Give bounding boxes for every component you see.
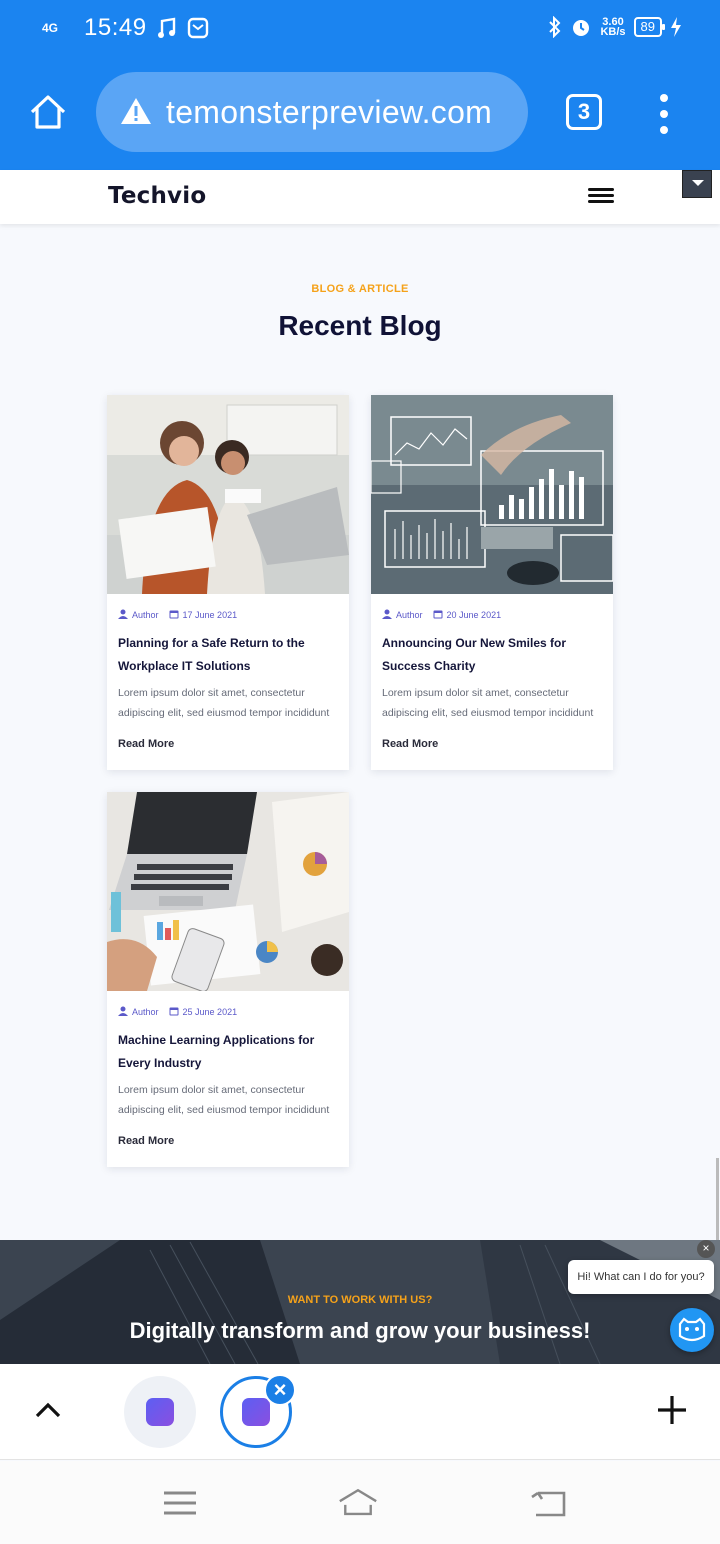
- tab-switcher-button[interactable]: 3: [566, 94, 602, 130]
- home-icon[interactable]: [28, 92, 68, 132]
- chat-bot-icon: [678, 1317, 706, 1342]
- browser-chrome: 4G 15:49 3.60 KB/s 89 temonsterpreview.co…: [0, 0, 720, 170]
- mail-app-icon: [187, 17, 208, 39]
- music-note-icon: [157, 17, 175, 38]
- post-title[interactable]: Planning for a Safe Return to the Workpl…: [118, 632, 342, 678]
- chat-launcher-button[interactable]: [670, 1308, 714, 1352]
- post-meta: Author 17 June 2021: [118, 609, 237, 620]
- recent-apps-menu-icon[interactable]: [160, 1485, 200, 1521]
- back-icon[interactable]: [528, 1485, 568, 1521]
- blog-image-business-analytics[interactable]: [371, 395, 613, 594]
- calendar-icon: [169, 610, 179, 619]
- user-icon: [118, 1006, 128, 1016]
- close-tab-button[interactable]: ×: [264, 1374, 296, 1406]
- calendar-icon: [433, 610, 443, 619]
- charging-icon: [671, 17, 681, 37]
- network-speed: 3.60 KB/s: [600, 17, 626, 38]
- battery-indicator: 89: [633, 17, 666, 37]
- post-excerpt: Lorem ipsum dolor sit amet, consectetur …: [382, 687, 594, 719]
- post-title[interactable]: Announcing Our New Smiles for Success Ch…: [382, 632, 606, 678]
- calendar-icon: [169, 1007, 179, 1016]
- not-secure-warning-icon: [121, 98, 151, 124]
- system-nav-bar: [0, 1461, 720, 1544]
- date-label: 17 June 2021: [182, 610, 238, 620]
- post-author[interactable]: Author: [118, 1006, 159, 1017]
- post-excerpt: Lorem ipsum dolor sit amet, consectetur …: [118, 1084, 330, 1116]
- browser-bottom-toolbar: ×: [0, 1364, 720, 1460]
- cta-title: Digitally transform and grow your busine…: [129, 1318, 591, 1343]
- app-cat-icon: [146, 1398, 174, 1426]
- blog-image-laptop-and-reports[interactable]: [107, 792, 349, 991]
- post-date: 25 June 2021: [169, 1006, 238, 1017]
- cta-eyebrow: WANT TO WORK WITH US?: [287, 1294, 433, 1306]
- user-icon: [118, 609, 128, 619]
- alarm-icon: [573, 20, 590, 36]
- status-bar: 4G 15:49 3.60 KB/s 89: [0, 12, 720, 46]
- read-more-link[interactable]: Read More: [118, 738, 174, 750]
- new-tab-plus-icon[interactable]: [656, 1394, 688, 1426]
- blog-card[interactable]: Author 20 June 2021 Announcing Our New S…: [371, 395, 613, 770]
- post-meta: Author 20 June 2021: [382, 609, 501, 620]
- date-label: 25 June 2021: [182, 1007, 238, 1017]
- section-title: Recent Blog: [278, 310, 442, 341]
- section-eyebrow: BLOG & ARTICLE: [311, 283, 409, 295]
- post-title[interactable]: Machine Learning Applications for Every …: [118, 1029, 342, 1075]
- speed-unit: KB/s: [600, 26, 626, 38]
- author-label: Author: [396, 610, 423, 620]
- bluetooth-icon: [549, 16, 561, 38]
- app-cat-icon: [242, 1398, 270, 1426]
- hamburger-menu-icon[interactable]: [588, 188, 614, 206]
- site-header: Techvio: [0, 170, 720, 224]
- screen: 4G 15:49 3.60 KB/s 89 temonsterpreview.co…: [0, 0, 720, 1544]
- overflow-menu-icon[interactable]: [656, 94, 672, 134]
- system-home-icon[interactable]: [338, 1485, 378, 1521]
- post-date: 20 June 2021: [433, 609, 502, 620]
- blog-card[interactable]: Author 17 June 2021 Planning for a Safe …: [107, 395, 349, 770]
- post-author[interactable]: Author: [382, 609, 423, 620]
- dropdown-toggle-icon[interactable]: [682, 170, 712, 198]
- tab-thumbnail[interactable]: [124, 1376, 196, 1448]
- post-excerpt: Lorem ipsum dolor sit amet, consectetur …: [118, 687, 330, 719]
- network-indicator: 4G: [42, 21, 59, 35]
- user-icon: [382, 609, 392, 619]
- blog-image-women-reviewing-documents[interactable]: [107, 395, 349, 594]
- read-more-link[interactable]: Read More: [118, 1135, 174, 1147]
- post-author[interactable]: Author: [118, 609, 159, 620]
- url-text[interactable]: temonsterpreview.com: [166, 94, 492, 131]
- cta-banner: WANT TO WORK WITH US? Digitally transfor…: [0, 1240, 720, 1364]
- author-label: Author: [132, 1007, 159, 1017]
- blog-card[interactable]: Author 25 June 2021 Machine Learning App…: [107, 792, 349, 1167]
- site-logo[interactable]: Techvio: [108, 183, 206, 209]
- chat-close-button[interactable]: ×: [697, 1240, 715, 1258]
- chevron-up-icon[interactable]: [34, 1400, 62, 1420]
- post-date: 17 June 2021: [169, 609, 238, 620]
- address-bar[interactable]: temonsterpreview.com: [96, 72, 528, 152]
- date-label: 20 June 2021: [446, 610, 502, 620]
- read-more-link[interactable]: Read More: [382, 738, 438, 750]
- post-meta: Author 25 June 2021: [118, 1006, 237, 1017]
- author-label: Author: [132, 610, 159, 620]
- clock: 15:49: [84, 14, 147, 41]
- chat-greeting-bubble[interactable]: Hi! What can I do for you?: [568, 1260, 714, 1294]
